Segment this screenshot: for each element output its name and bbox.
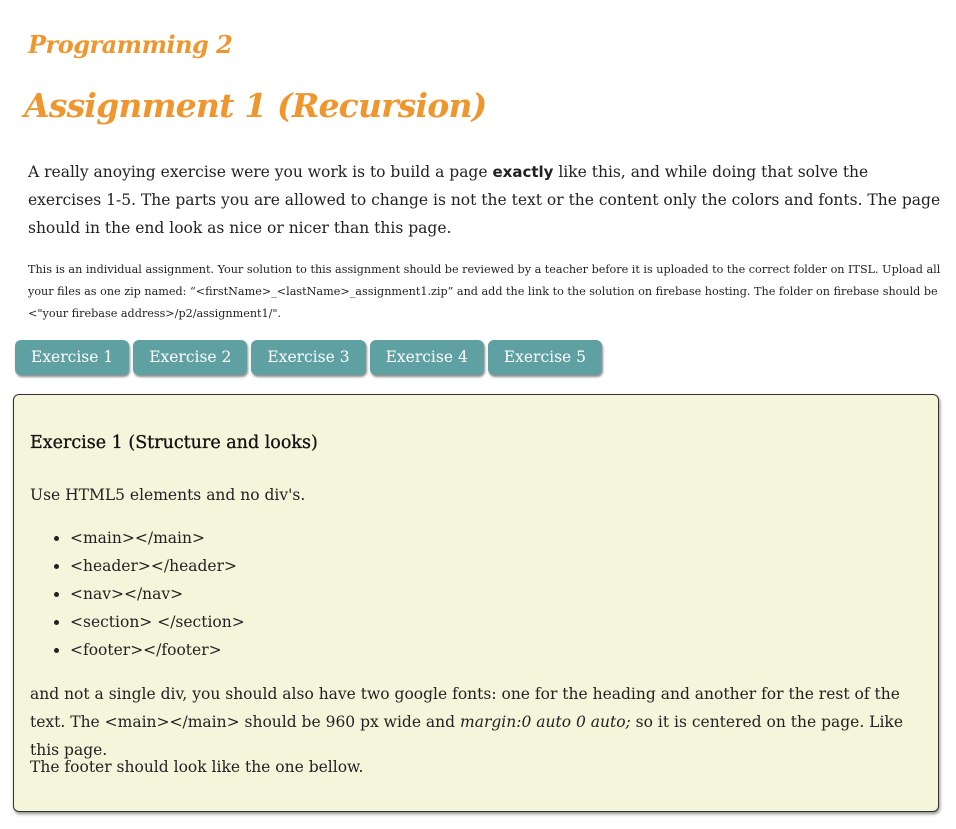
list-item: <nav></nav>: [70, 580, 245, 608]
intro-emphasis: exactly: [492, 163, 554, 181]
list-item: <section> </section>: [70, 608, 245, 636]
intro-paragraph: A really anoying exercise were you work …: [28, 158, 943, 242]
list-item: <header></header>: [70, 552, 245, 580]
tab-exercise-5[interactable]: Exercise 5: [487, 340, 603, 375]
exercise-heading: Exercise 1 (Structure and looks): [30, 433, 318, 453]
tab-exercise-3[interactable]: Exercise 3: [251, 340, 366, 375]
intro-text-start: A really anoying exercise were you work …: [28, 163, 493, 181]
tab-exercise-2[interactable]: Exercise 2: [133, 340, 248, 375]
exercise-intro: Use HTML5 elements and no div's.: [30, 486, 306, 504]
assignment-note: This is an individual assignment. Your s…: [28, 263, 941, 320]
tab-exercise-4[interactable]: Exercise 4: [369, 340, 484, 375]
list-item: <main></main>: [70, 524, 245, 552]
element-list: <main></main> <header></header> <nav></n…: [30, 524, 245, 664]
footer-note: The footer should look like the one bell…: [30, 758, 364, 776]
list-item: <footer></footer>: [70, 636, 245, 664]
course-title: Programming 2: [28, 30, 233, 59]
assignment-title: Assignment 1 (Recursion): [24, 86, 487, 125]
tab-exercise-1[interactable]: Exercise 1: [15, 340, 130, 375]
page: Programming 2 Assignment 1 (Recursion) A…: [0, 0, 956, 829]
exercise-description: and not a single div, you should also ha…: [30, 680, 920, 764]
exercise-panel: Exercise 1 (Structure and looks) Use HTM…: [13, 394, 939, 812]
description-code: margin:0 auto 0 auto;: [460, 713, 631, 731]
exercise-tabs: Exercise 1 Exercise 2 Exercise 3 Exercis…: [15, 340, 603, 375]
